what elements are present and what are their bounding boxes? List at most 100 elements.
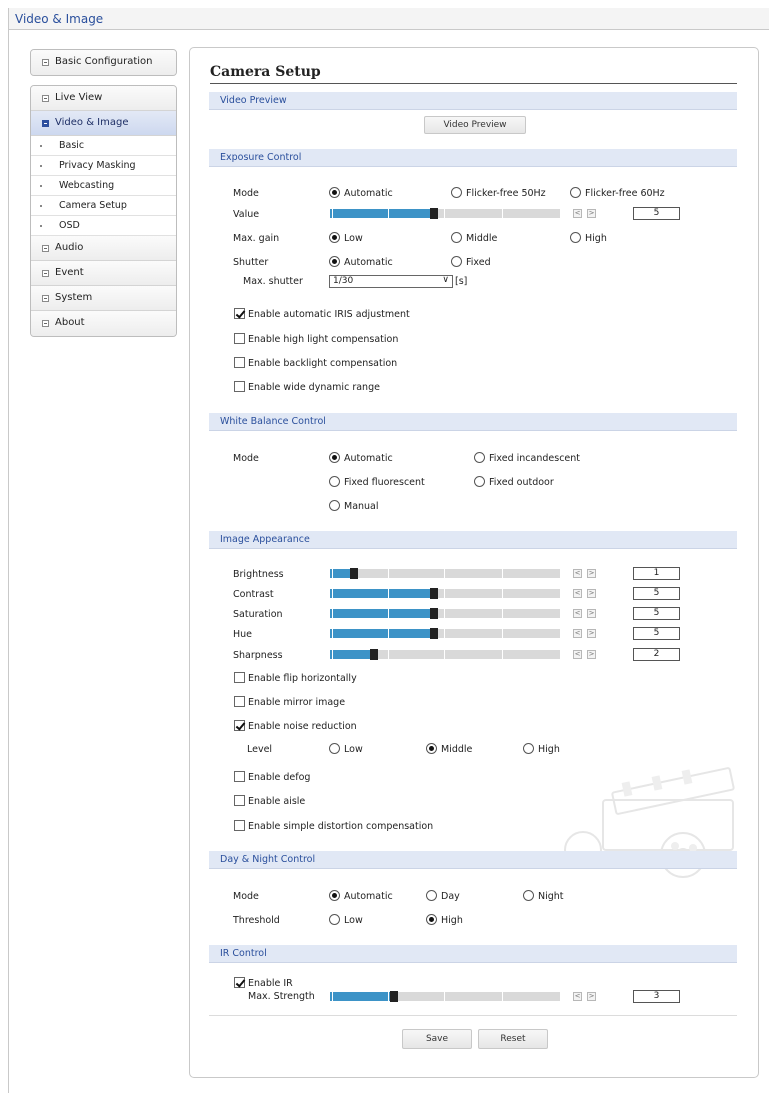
increase-arrow-icon[interactable]: > bbox=[587, 589, 596, 598]
wb-fixed-fluorescent-radio[interactable] bbox=[329, 476, 340, 487]
exposure-mode-60hz-radio[interactable] bbox=[570, 187, 581, 198]
sidebar-item-basic-configuration[interactable]: Basic Configuration bbox=[31, 50, 176, 75]
slider-tick bbox=[388, 629, 389, 638]
enable-highlight-compensation-label: Enable high light compensation bbox=[248, 334, 399, 345]
slider-tick bbox=[444, 992, 445, 1001]
reset-button[interactable]: Reset bbox=[478, 1029, 548, 1049]
enable-distortion-compensation-checkbox[interactable] bbox=[234, 820, 245, 831]
wb-fixed-outdoor-radio[interactable] bbox=[474, 476, 485, 487]
threshold-option-label: Low bbox=[344, 915, 363, 926]
max-gain-option-label: High bbox=[585, 233, 607, 244]
slider-thumb[interactable] bbox=[370, 649, 378, 660]
increase-arrow-icon[interactable]: > bbox=[587, 569, 596, 578]
slider-tick bbox=[388, 609, 389, 618]
saturation-slider[interactable] bbox=[330, 608, 560, 619]
increase-arrow-icon[interactable]: > bbox=[587, 209, 596, 218]
saturation-value-field[interactable]: 5 bbox=[633, 607, 680, 620]
max-gain-option-label: Low bbox=[344, 233, 363, 244]
exposure-value-field[interactable]: 5 bbox=[633, 207, 680, 220]
enable-flip-checkbox[interactable] bbox=[234, 672, 245, 683]
sidebar-item-video-image[interactable]: Video & Image bbox=[31, 111, 176, 136]
shutter-fixed-radio[interactable] bbox=[451, 256, 462, 267]
expand-icon bbox=[42, 59, 49, 66]
video-preview-button[interactable]: Video Preview bbox=[424, 116, 526, 134]
increase-arrow-icon[interactable]: > bbox=[587, 650, 596, 659]
sidebar-subitem-privacy-masking[interactable]: Privacy Masking bbox=[31, 156, 176, 176]
sidebar-item-about[interactable]: About bbox=[31, 311, 176, 336]
enable-noise-reduction-checkbox[interactable] bbox=[234, 720, 245, 731]
slider-thumb[interactable] bbox=[430, 608, 438, 619]
sidebar-subitem-camera-setup[interactable]: Camera Setup bbox=[31, 196, 176, 216]
ir-strength-value-field[interactable]: 3 bbox=[633, 990, 680, 1003]
decrease-arrow-icon[interactable]: < bbox=[573, 992, 582, 1001]
brightness-slider[interactable] bbox=[330, 568, 560, 579]
contrast-slider[interactable] bbox=[330, 588, 560, 599]
day-night-automatic-radio[interactable] bbox=[329, 890, 340, 901]
save-button[interactable]: Save bbox=[402, 1029, 472, 1049]
enable-iris-checkbox[interactable] bbox=[234, 308, 245, 319]
decrease-arrow-icon[interactable]: < bbox=[573, 569, 582, 578]
day-night-day-radio[interactable] bbox=[426, 890, 437, 901]
enable-mirror-checkbox[interactable] bbox=[234, 696, 245, 707]
hue-label: Hue bbox=[233, 629, 253, 640]
contrast-value-field[interactable]: 5 bbox=[633, 587, 680, 600]
increase-arrow-icon[interactable]: > bbox=[587, 992, 596, 1001]
slider-thumb[interactable] bbox=[350, 568, 358, 579]
max-shutter-select[interactable]: 1/30 ∨ bbox=[329, 275, 453, 288]
exposure-mode-label: Mode bbox=[233, 188, 259, 199]
decrease-arrow-icon[interactable]: < bbox=[573, 209, 582, 218]
increase-arrow-icon[interactable]: > bbox=[587, 609, 596, 618]
sidebar-item-event[interactable]: Event bbox=[31, 261, 176, 286]
sidebar-item-audio[interactable]: Audio bbox=[31, 236, 176, 261]
wb-fixed-incandescent-radio[interactable] bbox=[474, 452, 485, 463]
sharpness-slider[interactable] bbox=[330, 649, 560, 660]
hue-slider[interactable] bbox=[330, 628, 560, 639]
enable-aisle-checkbox[interactable] bbox=[234, 795, 245, 806]
enable-highlight-compensation-checkbox[interactable] bbox=[234, 333, 245, 344]
slider-thumb[interactable] bbox=[430, 628, 438, 639]
section-header-video-preview: Video Preview bbox=[209, 92, 737, 110]
enable-backlight-compensation-label: Enable backlight compensation bbox=[248, 358, 398, 369]
noise-level-middle-radio[interactable] bbox=[426, 743, 437, 754]
noise-level-high-radio[interactable] bbox=[523, 743, 534, 754]
sidebar-item-label: Live View bbox=[55, 92, 103, 103]
threshold-high-radio[interactable] bbox=[426, 914, 437, 925]
wb-manual-radio[interactable] bbox=[329, 500, 340, 511]
slider-thumb[interactable] bbox=[390, 991, 398, 1002]
ir-strength-slider[interactable] bbox=[330, 991, 560, 1002]
enable-backlight-compensation-checkbox[interactable] bbox=[234, 357, 245, 368]
shutter-automatic-radio[interactable] bbox=[329, 256, 340, 267]
enable-defog-checkbox[interactable] bbox=[234, 771, 245, 782]
enable-flip-label: Enable flip horizontally bbox=[248, 673, 357, 684]
slider-thumb[interactable] bbox=[430, 588, 438, 599]
threshold-low-radio[interactable] bbox=[329, 914, 340, 925]
sidebar-item-live-view[interactable]: Live View bbox=[31, 86, 176, 111]
bullet-icon bbox=[40, 225, 42, 227]
sidebar-subitem-webcasting[interactable]: Webcasting bbox=[31, 176, 176, 196]
max-gain-middle-radio[interactable] bbox=[451, 232, 462, 243]
hue-value-field[interactable]: 5 bbox=[633, 627, 680, 640]
max-gain-low-radio[interactable] bbox=[329, 232, 340, 243]
decrease-arrow-icon[interactable]: < bbox=[573, 629, 582, 638]
decrease-arrow-icon[interactable]: < bbox=[573, 589, 582, 598]
sidebar-subitem-basic[interactable]: Basic bbox=[31, 136, 176, 156]
max-gain-high-radio[interactable] bbox=[570, 232, 581, 243]
decrease-arrow-icon[interactable]: < bbox=[573, 609, 582, 618]
increase-arrow-icon[interactable]: > bbox=[587, 629, 596, 638]
noise-level-low-radio[interactable] bbox=[329, 743, 340, 754]
slider-thumb[interactable] bbox=[430, 208, 438, 219]
decrease-arrow-icon[interactable]: < bbox=[573, 650, 582, 659]
enable-wdr-checkbox[interactable] bbox=[234, 381, 245, 392]
exposure-value-slider[interactable] bbox=[330, 208, 560, 219]
day-night-night-radio[interactable] bbox=[523, 890, 534, 901]
sidebar-item-system[interactable]: System bbox=[31, 286, 176, 311]
exposure-mode-50hz-radio[interactable] bbox=[451, 187, 462, 198]
sharpness-value-field[interactable]: 2 bbox=[633, 648, 680, 661]
sidebar-subitem-osd[interactable]: OSD bbox=[31, 216, 176, 236]
exposure-mode-automatic-radio[interactable] bbox=[329, 187, 340, 198]
day-night-option-label: Night bbox=[538, 891, 564, 902]
wb-automatic-radio[interactable] bbox=[329, 452, 340, 463]
enable-ir-checkbox[interactable] bbox=[234, 977, 245, 988]
brightness-value-field[interactable]: 1 bbox=[633, 567, 680, 580]
shutter-label: Shutter bbox=[233, 257, 269, 268]
